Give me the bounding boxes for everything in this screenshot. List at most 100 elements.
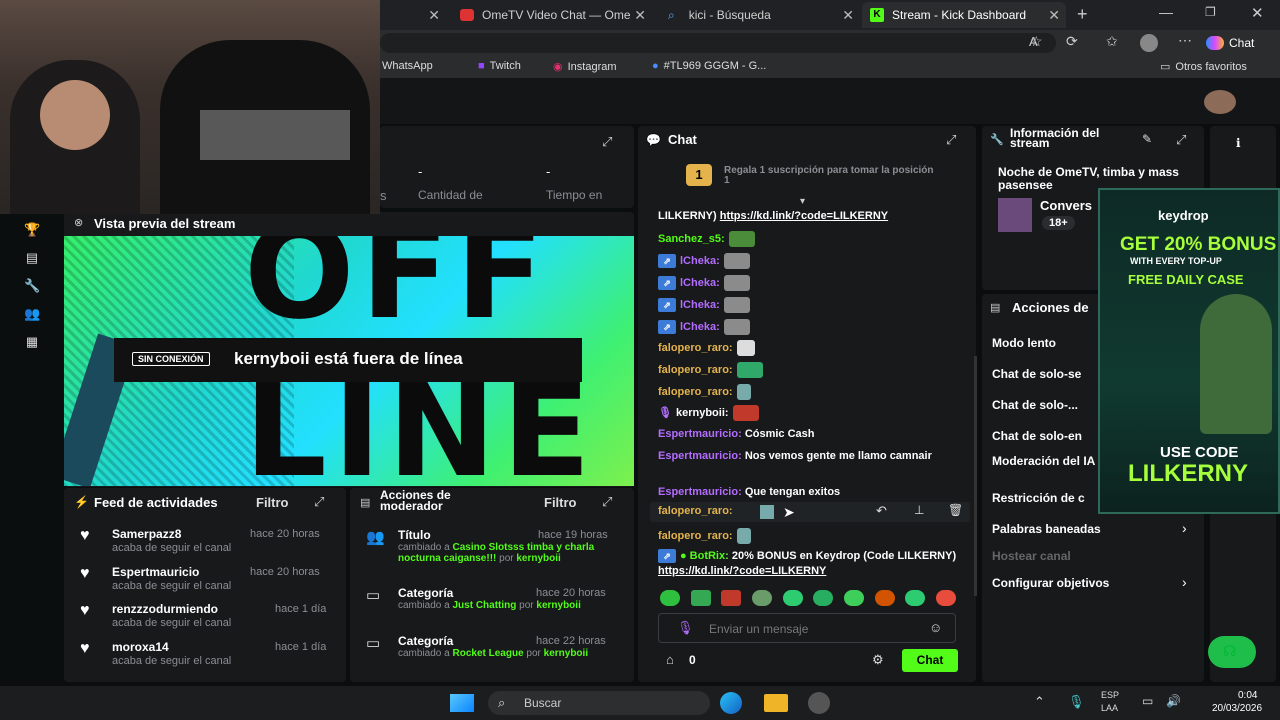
lang-secondary[interactable]: LAA	[1101, 703, 1118, 713]
subscriber-only-toggle[interactable]: Chat de solo-se	[992, 367, 1081, 381]
store-icon[interactable]: ⌂	[666, 652, 674, 667]
collections-icon[interactable]: ✩	[1106, 33, 1118, 50]
clock-date[interactable]: 20/03/2026	[1212, 703, 1262, 714]
file-explorer-icon[interactable]	[764, 694, 788, 712]
wrench-icon[interactable]: 🔧	[24, 278, 40, 293]
lang-primary[interactable]: ESP	[1101, 690, 1119, 700]
moderator-feed-filter-button[interactable]: Filtro	[544, 495, 577, 510]
volume-icon[interactable]: 🔊	[1166, 694, 1181, 708]
expand-icon[interactable]: ⤢	[1176, 132, 1186, 148]
chat-username[interactable]: Sanchez_s5:	[658, 233, 725, 245]
chat-username[interactable]: Espertmauricio:	[658, 486, 742, 498]
chevron-up-icon[interactable]: ⌃	[1034, 694, 1045, 710]
bookmark-whatsapp[interactable]: WhatsApp	[382, 60, 433, 72]
new-tab-button[interactable]: +	[1077, 4, 1088, 25]
dashboard-icon[interactable]: ▦	[24, 334, 40, 349]
host-channel-setting[interactable]: Hostear canal	[992, 549, 1071, 563]
close-tab-icon[interactable]: ✕	[428, 7, 440, 24]
trash-icon[interactable]: 🗑	[948, 503, 963, 517]
pin-icon[interactable]: ⊥	[914, 503, 924, 517]
mod-action-user[interactable]: kernyboii	[544, 648, 588, 659]
profile-avatar-icon[interactable]	[1140, 34, 1158, 52]
network-icon[interactable]: ▭	[1142, 694, 1153, 708]
start-windows-icon[interactable]	[450, 694, 474, 712]
minimize-icon[interactable]: —	[1159, 4, 1173, 20]
expand-icon[interactable]: ⤢	[602, 134, 612, 150]
users-icon[interactable]: 👥	[24, 306, 40, 321]
chat-username[interactable]: lCheka:	[680, 299, 720, 311]
mod-action-user[interactable]: kernyboii	[536, 600, 580, 611]
emote-icon[interactable]	[751, 590, 772, 606]
slow-mode-toggle[interactable]: Modo lento	[992, 336, 1056, 350]
close-tab-icon[interactable]: ✕	[842, 7, 854, 24]
chat-username[interactable]: Espertmauricio:	[658, 450, 742, 462]
chat-link[interactable]: https://kd.link/?code=LILKERNY	[720, 210, 888, 222]
app-icon[interactable]	[808, 692, 830, 714]
mic-tray-icon[interactable]: 🎙	[1068, 694, 1085, 710]
url-field[interactable]	[380, 33, 1056, 53]
chat-username[interactable]: falopero_raro:	[658, 530, 733, 542]
chat-username[interactable]: falopero_raro:	[658, 364, 733, 376]
emote-icon[interactable]	[660, 590, 680, 606]
send-chat-button[interactable]: Chat	[902, 649, 958, 672]
mod-action-user[interactable]: kernyboii	[516, 553, 560, 564]
copilot-chat-button[interactable]: Chat	[1206, 32, 1272, 54]
chat-message-hovered[interactable]: falopero_raro: ↶ ⊥ 🗑	[650, 502, 970, 522]
chat-username[interactable]: lCheka:	[680, 255, 720, 267]
chat-scrollbar[interactable]	[974, 356, 977, 596]
edit-pencil-icon[interactable]: ✎	[1142, 132, 1152, 146]
emote-icon[interactable]	[935, 590, 956, 606]
close-tab-icon[interactable]: ✕	[634, 7, 646, 24]
restriction-setting[interactable]: Restricción de c	[992, 491, 1085, 505]
support-headset-button[interactable]: ☊	[1208, 636, 1256, 668]
chat-link[interactable]: https://kd.link/?code=LILKERNY	[658, 565, 826, 577]
emote-icon[interactable]	[843, 590, 864, 606]
chat-settings-gear-icon[interactable]: ⚙	[872, 652, 884, 668]
gift-subscription-text[interactable]: Regala 1 suscripción para tomar la posic…	[724, 166, 934, 186]
chat-username[interactable]: falopero_raro:	[658, 505, 733, 517]
tab-partial[interactable]: ✕	[380, 2, 446, 28]
feed-user[interactable]: moroxa14	[112, 640, 169, 654]
clock-time[interactable]: 0:04	[1238, 690, 1257, 701]
close-window-icon[interactable]: ✕	[1251, 4, 1264, 22]
chat-username[interactable]: lCheka:	[680, 321, 720, 333]
emote-icon[interactable]	[813, 590, 834, 606]
undo-icon[interactable]: ↶	[876, 503, 887, 519]
feed-user[interactable]: renzzzodurmiendo	[112, 602, 218, 616]
feed-filter-button[interactable]: Filtro	[256, 495, 289, 510]
bookmark-instagram[interactable]: ◉ Instagram	[553, 60, 617, 74]
emote-icon[interactable]	[874, 590, 895, 606]
restore-icon[interactable]: ❐	[1205, 5, 1216, 19]
feed-user[interactable]: Espertmauricio	[112, 565, 199, 579]
chevron-right-icon[interactable]: ›	[1182, 520, 1187, 536]
chat-username[interactable]: falopero_raro:	[658, 342, 733, 354]
chat-username[interactable]: falopero_raro:	[658, 386, 733, 398]
expand-icon[interactable]: ⤢	[314, 494, 324, 510]
chat-username[interactable]: lCheka:	[680, 277, 720, 289]
user-avatar[interactable]	[1204, 90, 1236, 114]
media-icon[interactable]: ▤	[24, 250, 40, 265]
configure-goals-setting[interactable]: Configurar objetivos	[992, 576, 1109, 590]
chat-username[interactable]: Espertmauricio:	[658, 428, 742, 440]
chevron-right-icon[interactable]: ›	[1182, 574, 1187, 590]
tab-kici-search[interactable]: ⌕ kici - Búsqueda ✕	[660, 2, 860, 28]
extensions-icon[interactable]: ⟳	[1066, 33, 1078, 50]
favorite-star-icon[interactable]: ☆	[1030, 33, 1043, 50]
other-favorites-folder[interactable]: ▭ Otros favoritos	[1160, 60, 1247, 74]
more-menu-icon[interactable]: ⋯	[1178, 32, 1192, 49]
emoji-icon[interactable]: ☺	[929, 620, 942, 635]
ai-moderation-toggle[interactable]: Moderación del IA	[992, 455, 1102, 467]
close-tab-icon[interactable]: ✕	[1048, 7, 1060, 24]
expand-icon[interactable]: ⤢	[602, 494, 612, 510]
edge-browser-icon[interactable]	[720, 692, 742, 714]
tab-ometv[interactable]: OmeTV Video Chat — Ome ✕	[452, 2, 652, 28]
bookmark-twitch[interactable]: ■ Twitch	[478, 60, 521, 72]
expand-icon[interactable]: ⤢	[946, 132, 956, 148]
emote-icon[interactable]	[782, 590, 803, 606]
info-icon[interactable]: ℹ	[1236, 136, 1241, 150]
keydrop-ad[interactable]: keydrop GET 20% BONUS WITH EVERY TOP-UP …	[1098, 188, 1280, 514]
bookmark-tl969[interactable]: ● #TL969 GGGM - G...	[652, 60, 766, 72]
emote-only-toggle[interactable]: Chat de solo-en	[992, 429, 1082, 443]
follower-only-toggle[interactable]: Chat de solo-...	[992, 398, 1078, 412]
chat-username[interactable]: BotRix:	[690, 550, 729, 562]
